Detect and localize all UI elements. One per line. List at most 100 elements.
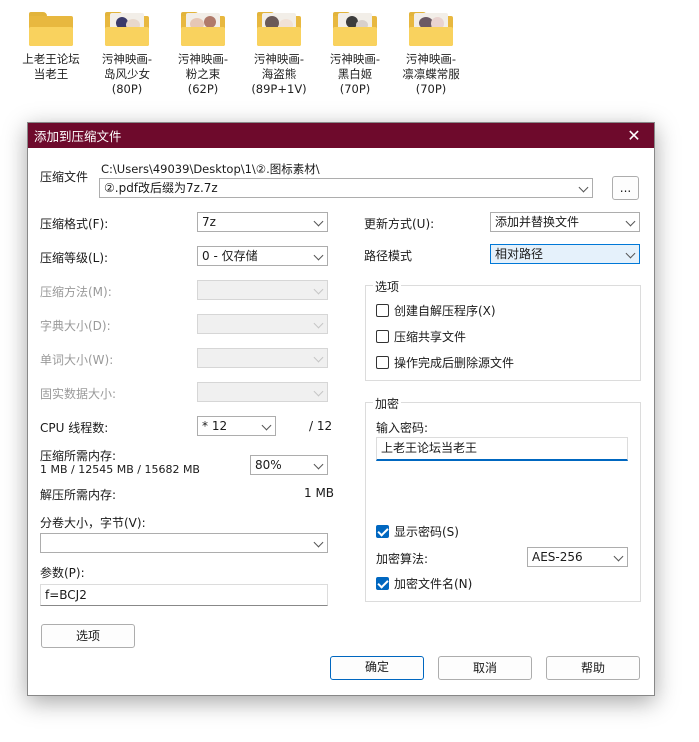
chevron-down-icon bbox=[313, 216, 324, 227]
folder-name: 当老王 bbox=[33, 67, 69, 81]
folder-name: 粉之束 bbox=[185, 67, 221, 81]
sfx-checkbox[interactable] bbox=[376, 304, 389, 317]
folder-name: 污神映画- bbox=[101, 52, 153, 66]
format-select[interactable]: 7z bbox=[197, 212, 328, 232]
enc-method-value: AES-256 bbox=[532, 550, 583, 564]
folder-count: (80P) bbox=[111, 82, 143, 96]
chevron-down-icon bbox=[313, 537, 324, 548]
decomp-label: 解压所需内存: bbox=[40, 488, 117, 502]
format-label: 压缩格式(F): bbox=[40, 217, 109, 231]
level-select[interactable]: 0 - 仅存储 bbox=[197, 246, 328, 266]
volume-combo[interactable] bbox=[40, 533, 328, 553]
desktop-folder-3[interactable]: 污神映画- 粉之束 (62P) bbox=[165, 12, 241, 97]
desktop-folder-5[interactable]: 污神映画- 黑白姬 (70P) bbox=[317, 12, 393, 97]
word-select[interactable] bbox=[197, 348, 328, 368]
level-label: 压缩等级(L): bbox=[40, 251, 109, 265]
folder-icon bbox=[181, 12, 225, 46]
chevron-down-icon bbox=[313, 352, 324, 363]
folder-count: (62P) bbox=[187, 82, 219, 96]
help-button[interactable]: 帮助 bbox=[546, 656, 640, 680]
format-value: 7z bbox=[202, 215, 216, 229]
folder-name: 凛凛蝶常服 bbox=[402, 67, 460, 81]
method-label: 压缩方法(M): bbox=[40, 285, 112, 299]
folder-icon bbox=[257, 12, 301, 46]
update-select[interactable]: 添加并替换文件 bbox=[490, 212, 640, 232]
dict-select[interactable] bbox=[197, 314, 328, 334]
folder-name: 污神映画- bbox=[405, 52, 457, 66]
delete-checkbox[interactable] bbox=[376, 356, 389, 369]
delete-label[interactable]: 操作完成后删除源文件 bbox=[394, 354, 514, 371]
enc-method-select[interactable]: AES-256 bbox=[527, 547, 628, 567]
chevron-down-icon bbox=[261, 420, 272, 431]
mem-percent-select[interactable]: 80% bbox=[250, 455, 328, 475]
path-mode-select[interactable]: 相对路径 bbox=[490, 244, 640, 264]
decomp-value: 1 MB bbox=[304, 486, 335, 500]
chevron-down-icon bbox=[313, 459, 324, 470]
chevron-down-icon[interactable] bbox=[578, 182, 589, 193]
mem-label: 压缩所需内存: bbox=[40, 449, 117, 463]
encrypt-names-label[interactable]: 加密文件名(N) bbox=[394, 575, 472, 592]
password-label: 输入密码: bbox=[376, 421, 429, 435]
encrypt-names-checkbox[interactable] bbox=[376, 577, 389, 590]
volume-label: 分卷大小，字节(V): bbox=[40, 516, 146, 530]
cpu-label: CPU 线程数: bbox=[40, 421, 109, 435]
sfx-label[interactable]: 创建自解压程序(X) bbox=[394, 302, 496, 319]
folder-name: 污神映画- bbox=[177, 52, 229, 66]
chevron-down-icon bbox=[625, 248, 636, 259]
path-mode-label: 路径模式 bbox=[364, 249, 413, 263]
folder-count: (70P) bbox=[339, 82, 371, 96]
enc-method-label: 加密算法: bbox=[376, 552, 429, 566]
chevron-down-icon bbox=[313, 284, 324, 295]
method-select[interactable] bbox=[197, 280, 328, 300]
folder-icon bbox=[409, 12, 453, 46]
cpu-select[interactable]: * 12 bbox=[197, 416, 276, 436]
show-password-label[interactable]: 显示密码(S) bbox=[394, 523, 459, 540]
encrypt-group-title: 加密 bbox=[373, 395, 402, 412]
folder-name: 污神映画- bbox=[329, 52, 381, 66]
mem-detail: 1 MB / 12545 MB / 15682 MB bbox=[40, 463, 200, 476]
archive-name-combo[interactable]: ②.pdf改后缀为7z.7z bbox=[99, 178, 593, 198]
folder-count: (89P+1V) bbox=[251, 82, 307, 96]
folder-icon bbox=[333, 12, 377, 46]
close-icon[interactable]: ✕ bbox=[614, 123, 654, 148]
cpu-total: / 12 bbox=[309, 419, 333, 433]
cancel-button[interactable]: 取消 bbox=[438, 656, 532, 680]
password-input[interactable]: 上老王论坛当老王 bbox=[376, 437, 628, 461]
folder-name: 上老王论坛 bbox=[22, 52, 80, 66]
update-label: 更新方式(U): bbox=[364, 217, 435, 231]
show-password-checkbox[interactable] bbox=[376, 525, 389, 538]
archive-name-value: ②.pdf改后缀为7z.7z bbox=[104, 181, 218, 195]
password-value: 上老王论坛当老王 bbox=[381, 441, 478, 455]
desktop-folder-4[interactable]: 污神映画- 海盗熊 (89P+1V) bbox=[241, 12, 317, 97]
mem-percent-value: 80% bbox=[255, 458, 282, 472]
ok-button[interactable]: 确定 bbox=[330, 656, 424, 680]
folder-icon bbox=[105, 12, 149, 46]
folder-name: 污神映画- bbox=[253, 52, 305, 66]
options-button[interactable]: 选项 bbox=[41, 624, 135, 648]
params-label: 参数(P): bbox=[40, 566, 85, 580]
folder-name: 岛风少女 bbox=[104, 67, 150, 81]
dict-label: 字典大小(D): bbox=[40, 319, 111, 333]
folder-name: 黑白姬 bbox=[337, 67, 373, 81]
chevron-down-icon bbox=[313, 318, 324, 329]
path-mode-value: 相对路径 bbox=[495, 247, 544, 261]
shared-checkbox[interactable] bbox=[376, 330, 389, 343]
archive-label: 压缩文件 bbox=[40, 170, 89, 184]
params-value: f=BCJ2 bbox=[45, 588, 87, 602]
add-to-archive-dialog: 添加到压缩文件 ✕ 压缩文件 C:\Users\49039\Desktop\1\… bbox=[27, 122, 655, 696]
title-bar: 添加到压缩文件 ✕ bbox=[28, 123, 654, 148]
desktop-folder-1[interactable]: 上老王论坛 当老王 bbox=[13, 12, 89, 82]
dialog-title: 添加到压缩文件 bbox=[34, 129, 122, 144]
chevron-down-icon bbox=[313, 386, 324, 397]
desktop-folder-2[interactable]: 污神映画- 岛风少女 (80P) bbox=[89, 12, 165, 97]
shared-label[interactable]: 压缩共享文件 bbox=[394, 328, 466, 345]
solid-select[interactable] bbox=[197, 382, 328, 402]
folder-count: (70P) bbox=[415, 82, 447, 96]
browse-button[interactable]: ... bbox=[612, 176, 639, 200]
desktop-folder-6[interactable]: 污神映画- 凛凛蝶常服 (70P) bbox=[393, 12, 469, 97]
params-input[interactable]: f=BCJ2 bbox=[40, 584, 328, 606]
cpu-value: * 12 bbox=[202, 419, 228, 433]
options-group-title: 选项 bbox=[373, 278, 402, 295]
chevron-down-icon bbox=[625, 216, 636, 227]
chevron-down-icon bbox=[613, 551, 624, 562]
